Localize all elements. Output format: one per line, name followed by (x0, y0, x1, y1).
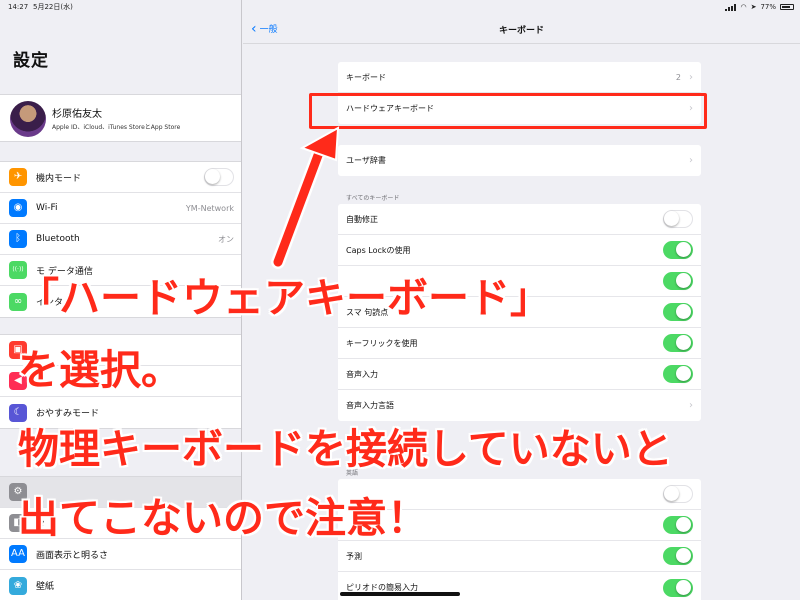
toggle-switch[interactable] (663, 241, 693, 259)
settings-row-label: 音声入力言語 (346, 401, 394, 410)
toggle-switch[interactable] (663, 578, 693, 597)
toggle-switch[interactable] (204, 168, 234, 186)
toggle-switch[interactable] (663, 547, 693, 565)
sidebar-item-label: 機内モード (36, 173, 82, 184)
status-bar: 14:27 5月22日(水) ◠ ➤ 77% (0, 0, 800, 14)
settings-row-label: 予測 (346, 551, 362, 561)
callout-line-3: 物理キーボードを接続していないと (18, 425, 673, 473)
page-title: キーボード (498, 26, 544, 36)
profile-subtitle: Apple ID、iCloud、iTunes StoreとApp Store (52, 124, 181, 131)
chevron-right-icon: › (689, 400, 693, 411)
sidebar-item-value: オン (218, 234, 234, 244)
settings-row-label: ユーザ辞書 (346, 156, 386, 165)
sidebar-item-airplane[interactable]: ✈ 機内モード (0, 162, 241, 193)
avatar (10, 101, 46, 137)
hardware-keyboard-highlight (309, 93, 707, 129)
toggle-switch[interactable] (663, 334, 693, 352)
settings-row-label: Caps Lockの使用 (346, 245, 411, 255)
sidebar-item-label: Bluetooth (36, 234, 80, 244)
chevron-right-icon: › (689, 71, 693, 83)
toggle-switch[interactable] (663, 365, 693, 383)
user-dictionary-group: ユーザ辞書 › (338, 145, 701, 176)
status-date: 5月22日(水) (33, 3, 73, 11)
navigation-bar: ‹ 一般 キーボード (243, 14, 800, 44)
sidebar-item-label: 壁紙 (36, 582, 55, 592)
toggle-switch[interactable] (663, 303, 693, 321)
battery-icon (780, 4, 794, 10)
sidebar-title: 設定 (13, 51, 49, 71)
settings-row-value: 2 (675, 72, 681, 82)
settings-row-label: 自動修正 (346, 214, 378, 224)
sidebar-item-label: Wi-Fi (36, 203, 58, 213)
settings-row[interactable]: 予測 (338, 541, 701, 572)
toggle-switch[interactable] (663, 516, 693, 534)
sidebar-item-value: YM-Network (185, 203, 234, 213)
wallpaper-icon: ❀ (9, 576, 27, 595)
sidebar-item-wallpaper[interactable]: ❀ 壁紙 (0, 570, 241, 600)
wifi-icon: ◉ (9, 199, 27, 217)
settings-row[interactable]: 音声入力 (338, 359, 701, 390)
settings-row[interactable]: キーボード 2 › (338, 62, 701, 93)
settings-row-label: 音声入力 (346, 369, 378, 379)
status-right: ◠ ➤ 77% (725, 0, 794, 14)
settings-row[interactable]: Caps Lockの使用 (338, 235, 701, 266)
location-icon: ➤ (750, 3, 757, 11)
bluetooth-icon: ᛒ (9, 230, 27, 248)
apple-id-profile[interactable]: 杉原佑友太 Apple ID、iCloud、iTunes StoreとApp S… (0, 94, 241, 142)
sidebar-item-bluetooth[interactable]: ᛒ Bluetooth オン (0, 224, 241, 255)
settings-row[interactable]: 自動修正 (338, 204, 701, 235)
settings-row-label: キーボード (346, 72, 386, 82)
chevron-right-icon: › (689, 155, 693, 166)
airplane-icon: ✈ (9, 168, 27, 186)
wifi-status-icon: ◠ (740, 3, 747, 11)
display-icon: AA (9, 545, 27, 563)
callout-line-2: を選択。 (18, 346, 182, 394)
home-indicator[interactable] (340, 592, 460, 596)
settings-row[interactable]: ユーザ辞書 › (338, 145, 701, 176)
callout-line-4: 出てこないので注意！ (18, 494, 428, 542)
profile-name: 杉原佑友太 (52, 109, 102, 120)
toggle-switch[interactable] (663, 272, 693, 290)
callout-line-1: 「ハードウェアキーボード」 (18, 274, 551, 322)
signal-icon (725, 3, 737, 11)
sidebar-item-label: 画面表示と明るさ (36, 550, 109, 561)
settings-row[interactable]: キーフリックを使用 (338, 328, 701, 359)
settings-row-label: キーフリックを使用 (346, 338, 418, 348)
sidebar-item-wifi[interactable]: ◉ Wi-Fi YM-Network (0, 193, 241, 224)
battery-percent: 77% (760, 3, 776, 11)
section-header-all-keyboards: すべてのキーボード (346, 195, 400, 202)
toggle-switch[interactable] (663, 210, 693, 228)
status-time: 14:27 (8, 3, 29, 11)
toggle-switch[interactable] (663, 485, 693, 503)
